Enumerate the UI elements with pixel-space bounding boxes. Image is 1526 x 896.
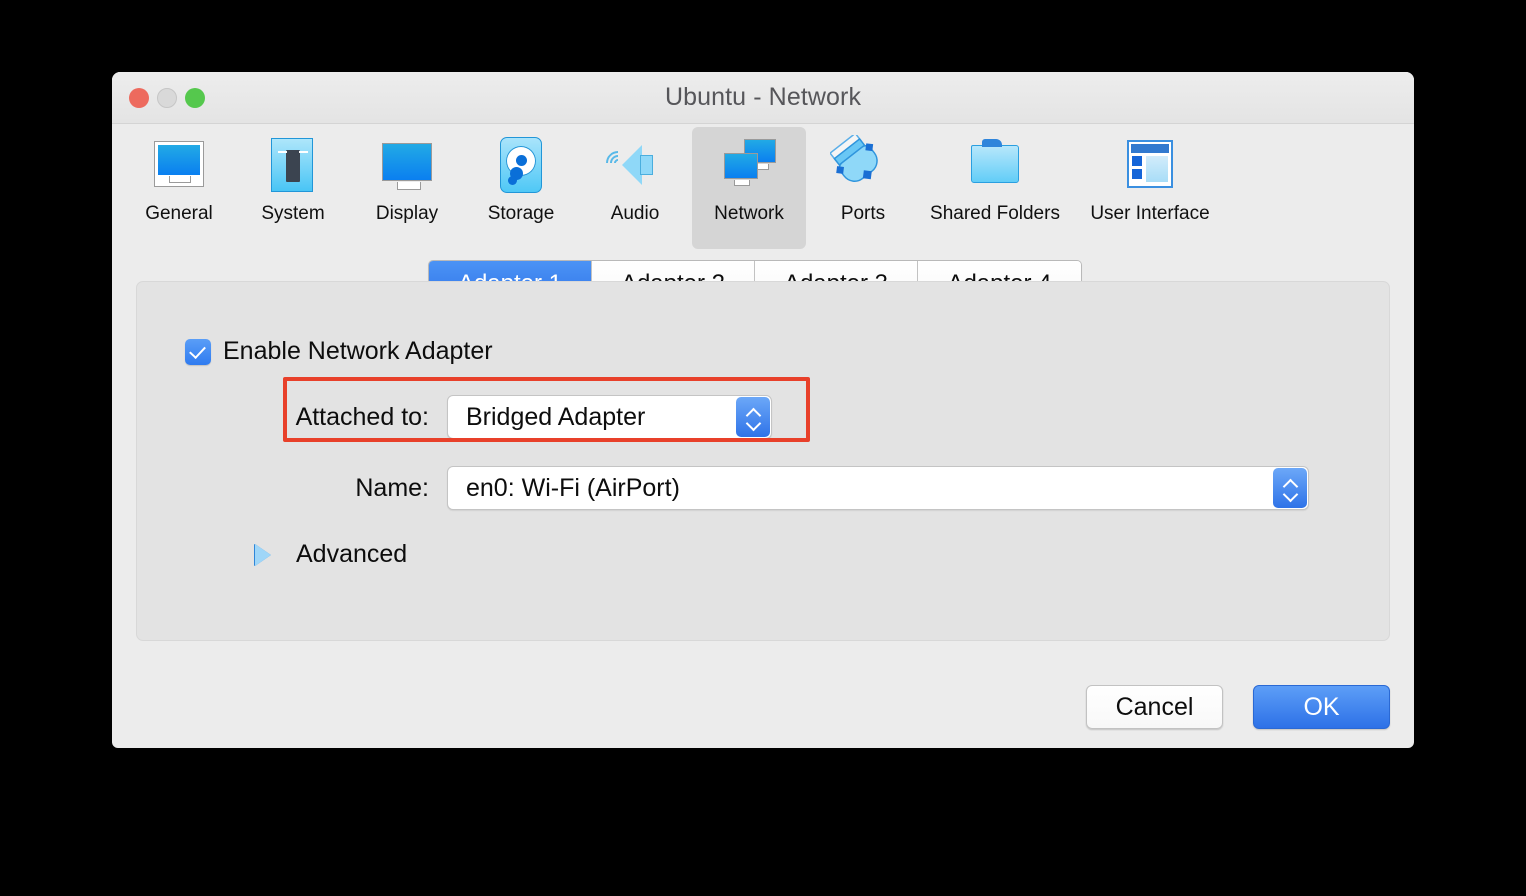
toolbar-item-general[interactable]: General bbox=[122, 127, 236, 249]
adapter-settings-panel: Enable Network Adapter Attached to: Brid… bbox=[136, 281, 1390, 641]
toolbar-item-ports[interactable]: Ports bbox=[806, 127, 920, 249]
toolbar-item-label: Display bbox=[376, 203, 438, 225]
attached-to-stepper-icon[interactable] bbox=[736, 397, 770, 437]
chip-icon bbox=[260, 135, 326, 197]
name-dropdown[interactable]: en0: Wi-Fi (AirPort) bbox=[447, 466, 1309, 510]
toolbar-item-user-interface[interactable]: User Interface bbox=[1070, 127, 1230, 249]
toolbar-item-label: Network bbox=[714, 203, 784, 225]
monitor-icon bbox=[146, 135, 212, 197]
window-layout-icon bbox=[1117, 135, 1183, 197]
toolbar-item-system[interactable]: System bbox=[236, 127, 350, 249]
folder-icon bbox=[962, 135, 1028, 197]
chevron-right-icon[interactable] bbox=[255, 544, 271, 566]
attached-to-row: Attached to: Bridged Adapter bbox=[251, 395, 772, 439]
ok-button[interactable]: OK bbox=[1253, 685, 1390, 729]
hard-disk-icon bbox=[488, 135, 554, 197]
advanced-disclosure-row[interactable]: Advanced bbox=[255, 540, 407, 569]
window-titlebar: Ubuntu - Network bbox=[112, 72, 1414, 124]
toolbar-item-label: Audio bbox=[611, 203, 660, 225]
toolbar-item-label: Shared Folders bbox=[930, 203, 1060, 225]
settings-window: Ubuntu - Network General System Display … bbox=[112, 72, 1414, 748]
settings-toolbar: General System Display Storage Audio Net… bbox=[112, 124, 1414, 249]
network-icon bbox=[716, 135, 782, 197]
window-title: Ubuntu - Network bbox=[112, 83, 1414, 112]
toolbar-item-label: General bbox=[145, 203, 213, 225]
toolbar-item-audio[interactable]: Audio bbox=[578, 127, 692, 249]
plug-icon bbox=[830, 135, 896, 197]
toolbar-item-label: Storage bbox=[488, 203, 555, 225]
toolbar-item-label: Ports bbox=[841, 203, 885, 225]
attached-to-value: Bridged Adapter bbox=[448, 403, 645, 432]
toolbar-item-label: System bbox=[261, 203, 324, 225]
name-label: Name: bbox=[251, 474, 429, 503]
toolbar-item-shared-folders[interactable]: Shared Folders bbox=[920, 127, 1070, 249]
cancel-button[interactable]: Cancel bbox=[1086, 685, 1223, 729]
dialog-footer: Cancel OK bbox=[112, 682, 1414, 732]
display-icon bbox=[374, 135, 440, 197]
enable-network-adapter-row[interactable]: Enable Network Adapter bbox=[185, 337, 493, 366]
attached-to-label: Attached to: bbox=[251, 403, 429, 432]
name-value: en0: Wi-Fi (AirPort) bbox=[448, 474, 680, 503]
name-stepper-icon[interactable] bbox=[1273, 468, 1307, 508]
enable-network-adapter-checkbox[interactable] bbox=[185, 339, 211, 365]
toolbar-item-storage[interactable]: Storage bbox=[464, 127, 578, 249]
name-row: Name: en0: Wi-Fi (AirPort) bbox=[251, 466, 1309, 510]
toolbar-item-network[interactable]: Network bbox=[692, 127, 806, 249]
enable-network-adapter-label: Enable Network Adapter bbox=[223, 337, 493, 366]
toolbar-item-display[interactable]: Display bbox=[350, 127, 464, 249]
speaker-icon bbox=[602, 135, 668, 197]
attached-to-dropdown[interactable]: Bridged Adapter bbox=[447, 395, 772, 439]
advanced-label: Advanced bbox=[296, 540, 407, 569]
toolbar-item-label: User Interface bbox=[1090, 203, 1209, 225]
